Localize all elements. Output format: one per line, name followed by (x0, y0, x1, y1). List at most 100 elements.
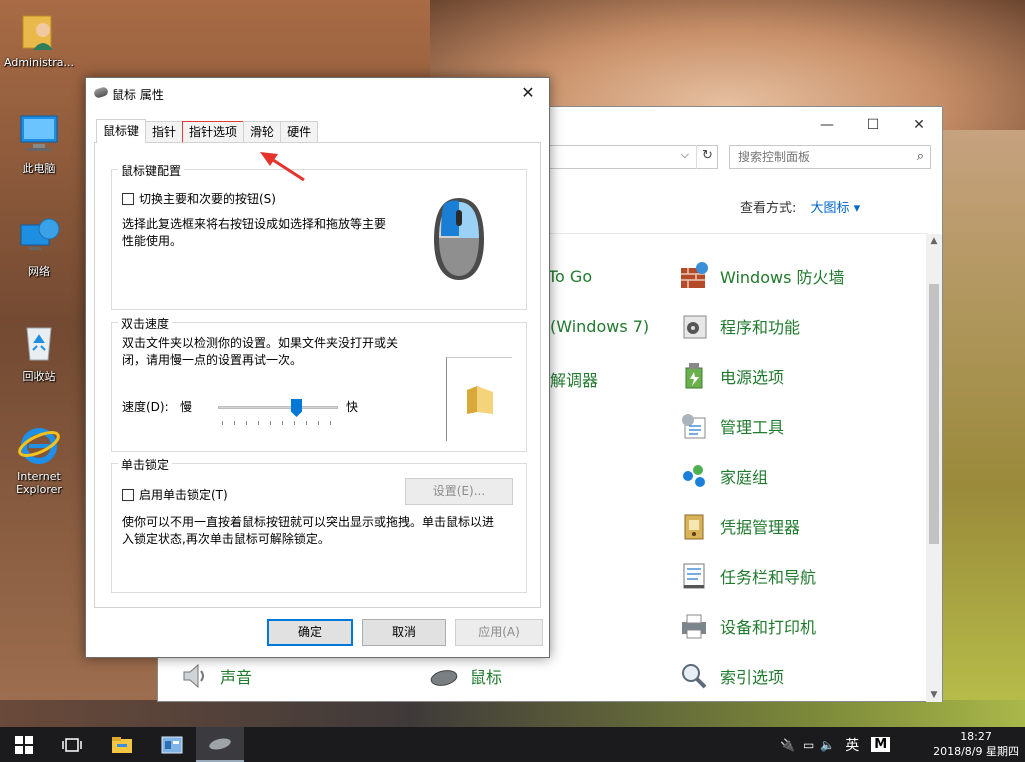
file-explorer-icon (111, 736, 133, 754)
cp-item-partial[interactable]: To Go (548, 267, 592, 286)
refresh-icon[interactable]: ↻ (696, 145, 718, 169)
cp-item-index[interactable]: 索引选项 (678, 658, 784, 694)
group-legend: 双击速度 (118, 315, 172, 332)
annotation-arrow-icon (258, 148, 308, 184)
search-icon[interactable]: ⌕ (917, 149, 924, 164)
cancel-button[interactable]: 取消 (362, 619, 446, 646)
double-click-description: 双击文件夹以检测你的设置。如果文件夹没打开或关 闭，请用慢一点的设置再试一次。 (122, 335, 398, 369)
clock[interactable]: 18:27 2018/8/9 星期四 (933, 729, 1019, 759)
group-button-config: 鼠标键配置 切换主要和次要的按钮(S) 选择此复选框来将右按钮设成如选择和拖放等… (111, 169, 527, 310)
description-line: 闭，请用慢一点的设置再试一次。 (122, 352, 398, 369)
chevron-down-icon[interactable]: ⌵ (681, 148, 689, 162)
cp-item-mouse[interactable]: 鼠标 (428, 658, 502, 694)
test-folder-area[interactable] (446, 357, 512, 441)
minimize-icon[interactable]: — (804, 111, 850, 139)
system-tray: 🔌 ▭ 🔈 英 M (780, 727, 890, 762)
search-input[interactable] (730, 146, 900, 168)
taskbar-file-explorer[interactable] (98, 727, 146, 762)
folder-icon[interactable] (465, 384, 495, 416)
button-config-description: 选择此复选框来将右按钮设成如选择和拖放等主要 性能使用。 (122, 216, 386, 250)
task-view-button[interactable] (48, 727, 96, 762)
chevron-up-icon[interactable]: ▲ (926, 236, 942, 246)
click-lock-description: 使你可以不用一直按着鼠标按钮就可以突出显示或拖拽。单击鼠标以进 入锁定状态,再次… (122, 514, 494, 548)
cp-item-label: 管理工具 (720, 414, 784, 438)
search-box[interactable]: ⌕ (729, 145, 931, 169)
cp-item-printer[interactable]: 设备和打印机 (678, 608, 816, 644)
printer-icon (678, 610, 710, 642)
desktop-icon-network[interactable]: 网络 (2, 215, 76, 279)
desktop-icon-label: 网络 (28, 265, 50, 278)
speed-slider-track[interactable] (218, 406, 338, 409)
mouse-icon (428, 660, 460, 692)
cp-item-firewall[interactable]: Windows 防火墙 (678, 258, 845, 294)
cp-item-partial[interactable]: (Windows 7) (550, 317, 649, 336)
volume-icon[interactable]: 🔈 (820, 738, 835, 752)
index-icon (678, 660, 710, 692)
speed-label: 速度(D): (122, 399, 169, 416)
scrollbar-thumb[interactable] (929, 284, 939, 544)
cp-item-taskbar-nav[interactable]: 任务栏和导航 (678, 558, 816, 594)
cp-item-sound[interactable]: 声音 (178, 658, 252, 694)
address-bar[interactable]: ⌵ (528, 145, 718, 169)
speed-slider-thumb[interactable] (291, 399, 302, 417)
network-tray-icon[interactable]: ▭ (803, 738, 814, 752)
checkbox-label[interactable]: 切换主要和次要的按钮(S) (139, 190, 276, 207)
desktop-icon-recycle-bin[interactable]: 回收站 (2, 320, 76, 384)
ime-mode-indicator[interactable]: M (871, 737, 890, 752)
homegroup-icon (678, 460, 710, 492)
power-icon (678, 360, 710, 392)
desktop-icon-label: Internet Explorer (16, 470, 62, 496)
ime-indicator[interactable]: 英 (845, 735, 859, 755)
internet-explorer-icon (17, 422, 61, 466)
ok-button[interactable]: 确定 (267, 619, 353, 646)
mouse-properties-dialog: 鼠标 属性 ✕ 鼠标键 指针 指针选项 滑轮 硬件 鼠标键配置 切换主要和次要的… (85, 77, 550, 658)
view-by-label: 查看方式: (740, 201, 796, 216)
group-legend: 单击锁定 (118, 456, 172, 473)
switch-buttons-checkbox[interactable]: 切换主要和次要的按钮(S) (122, 190, 276, 207)
view-by-dropdown[interactable]: 大图标 ▾ (811, 201, 861, 216)
click-lock-settings-button[interactable]: 设置(E)... (405, 478, 513, 505)
desktop-icon-internet-explorer[interactable]: Internet Explorer (2, 422, 76, 496)
taskbar-control-panel[interactable] (148, 727, 196, 762)
cp-item-programs[interactable]: 程序和功能 (678, 308, 800, 344)
tab-buttons[interactable]: 鼠标键 (96, 119, 146, 143)
maximize-icon[interactable]: ☐ (850, 111, 896, 139)
tab-pointers[interactable]: 指针 (145, 121, 183, 143)
tab-panel-buttons: 鼠标键配置 切换主要和次要的按钮(S) 选择此复选框来将右按钮设成如选择和拖放等… (94, 142, 541, 608)
cp-item-credential[interactable]: 凭据管理器 (678, 508, 800, 544)
tab-strip: 鼠标键 指针 指针选项 滑轮 硬件 (96, 119, 317, 143)
tab-pointer-options[interactable]: 指针选项 (182, 121, 244, 143)
cp-item-admin-tools[interactable]: 管理工具 (678, 408, 784, 444)
chevron-down-icon[interactable]: ▼ (926, 690, 942, 700)
cp-item-label: 程序和功能 (720, 314, 800, 338)
checkbox-label[interactable]: 启用单击锁定(T) (139, 486, 228, 503)
taskbar-mouse-properties[interactable] (196, 727, 244, 762)
view-by: 查看方式: 大图标 ▾ (740, 197, 860, 216)
checkbox-box[interactable] (122, 193, 134, 205)
desktop-icon-user-folder[interactable]: Administra... (2, 8, 76, 69)
desktop-icon-this-pc[interactable]: 此电脑 (2, 112, 76, 176)
speed-slow-label: 慢 (180, 399, 192, 416)
close-icon[interactable]: ✕ (513, 80, 543, 106)
click-lock-checkbox[interactable]: 启用单击锁定(T) (122, 486, 228, 503)
cp-item-power[interactable]: 电源选项 (678, 358, 784, 394)
cp-item-label: 家庭组 (720, 464, 768, 488)
tab-wheel[interactable]: 滑轮 (243, 121, 281, 143)
computer-icon (17, 112, 61, 156)
taskbar: 🔌 ▭ 🔈 英 M 18:27 2018/8/9 星期四 (0, 727, 1025, 762)
close-icon[interactable]: ✕ (896, 111, 942, 139)
cp-item-homegroup[interactable]: 家庭组 (678, 458, 768, 494)
start-button[interactable] (0, 727, 48, 762)
checkbox-box[interactable] (122, 489, 134, 501)
admin-tools-icon (678, 410, 710, 442)
apply-button[interactable]: 应用(A) (455, 619, 543, 646)
description-line: 使你可以不用一直按着鼠标按钮就可以突出显示或拖拽。单击鼠标以进 (122, 514, 494, 531)
tab-hardware[interactable]: 硬件 (280, 121, 318, 143)
scrollbar[interactable]: ▲ ▼ (926, 234, 942, 702)
cp-item-partial[interactable]: 解调器 (550, 367, 598, 391)
clock-date: 2018/8/9 星期四 (933, 744, 1019, 759)
usb-icon[interactable]: 🔌 (780, 738, 795, 752)
group-double-click: 双击速度 双击文件夹以检测你的设置。如果文件夹没打开或关 闭，请用慢一点的设置再… (111, 322, 527, 452)
desktop-icon-label: Administra... (4, 56, 74, 69)
mouse-icon (93, 86, 109, 99)
